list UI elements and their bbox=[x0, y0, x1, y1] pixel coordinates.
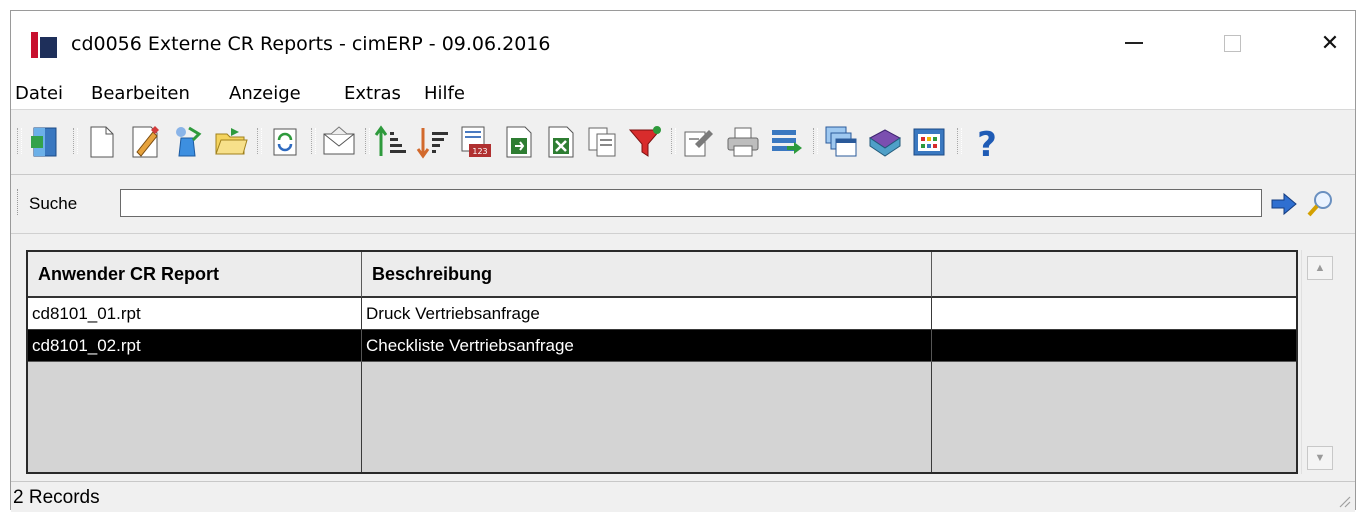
menu-extras[interactable]: Extras bbox=[344, 83, 401, 104]
copy-pages-icon[interactable] bbox=[585, 124, 621, 160]
toolbar: 123 ? bbox=[11, 110, 1355, 175]
close-icon: ✕ bbox=[1320, 30, 1340, 55]
app-logo-icon bbox=[31, 32, 57, 58]
column-header-extra[interactable] bbox=[932, 252, 1296, 298]
calendar-123-icon[interactable]: 123 bbox=[457, 124, 493, 160]
grid-view-icon[interactable] bbox=[911, 124, 947, 160]
cell-report: cd8101_01.rpt bbox=[28, 298, 362, 330]
sort-descending-icon[interactable] bbox=[415, 124, 451, 160]
minimize-icon bbox=[1125, 42, 1143, 44]
column-header-description[interactable]: Beschreibung bbox=[362, 252, 932, 298]
table-row[interactable]: cd8101_01.rpt Druck Vertriebsanfrage bbox=[28, 298, 1296, 330]
menu-datei[interactable]: Datei bbox=[15, 83, 63, 104]
toolbar-separator bbox=[257, 128, 262, 154]
app-window: cd0056 Externe CR Reports - cimERP - 09.… bbox=[10, 10, 1356, 512]
menu-bar: Datei Bearbeiten Anzeige Extras Hilfe bbox=[11, 73, 1355, 110]
svg-text:123: 123 bbox=[472, 147, 487, 156]
find-magnifier-icon[interactable] bbox=[1305, 187, 1337, 219]
record-count: 2 Records bbox=[13, 487, 100, 508]
column-divider bbox=[361, 362, 362, 472]
toolbar-separator bbox=[365, 128, 370, 154]
reports-table: Anwender CR Report Beschreibung cd8101_0… bbox=[26, 250, 1298, 474]
column-header-report[interactable]: Anwender CR Report bbox=[28, 252, 362, 298]
search-bar-grip bbox=[17, 189, 21, 215]
menu-bearbeiten[interactable]: Bearbeiten bbox=[91, 83, 190, 104]
scroll-up-button[interactable]: ▲ bbox=[1307, 256, 1333, 280]
excel-icon[interactable] bbox=[543, 124, 579, 160]
title-bar[interactable]: cd0056 Externe CR Reports - cimERP - 09.… bbox=[11, 11, 1355, 73]
print-icon[interactable] bbox=[725, 124, 761, 160]
window-title: cd0056 Externe CR Reports - cimERP - 09.… bbox=[71, 33, 551, 55]
toolbar-separator bbox=[813, 128, 818, 154]
status-bar: 2 Records bbox=[11, 481, 1355, 512]
sort-ascending-icon[interactable] bbox=[373, 124, 409, 160]
table-row-selected[interactable]: cd8101_02.rpt Checkliste Vertriebsanfrag… bbox=[28, 330, 1296, 362]
toolbar-separator bbox=[671, 128, 676, 154]
properties-icon[interactable] bbox=[681, 124, 717, 160]
toolbar-grip bbox=[17, 128, 22, 154]
cell-description: Druck Vertriebsanfrage bbox=[362, 298, 932, 330]
maximize-icon bbox=[1223, 34, 1241, 52]
toolbar-separator bbox=[957, 128, 962, 154]
mail-envelope-icon[interactable] bbox=[321, 124, 357, 160]
exit-door-icon[interactable] bbox=[27, 124, 63, 160]
minimize-button[interactable] bbox=[1111, 25, 1157, 61]
resize-grip-icon[interactable] bbox=[1337, 494, 1351, 508]
close-button[interactable]: ✕ bbox=[1307, 25, 1353, 61]
cell-extra bbox=[932, 330, 1296, 362]
chevron-up-icon: ▲ bbox=[1314, 262, 1326, 274]
toolbar-separator bbox=[73, 128, 78, 154]
list-arrow-icon[interactable] bbox=[769, 124, 805, 160]
cell-report: cd8101_02.rpt bbox=[28, 330, 362, 362]
maximize-button[interactable] bbox=[1209, 25, 1255, 61]
toolbar-separator bbox=[311, 128, 316, 154]
scroll-down-button[interactable]: ▼ bbox=[1307, 446, 1333, 470]
new-document-icon[interactable] bbox=[83, 124, 119, 160]
svg-text:?: ? bbox=[977, 125, 997, 160]
book-icon[interactable] bbox=[867, 124, 903, 160]
refresh-icon[interactable] bbox=[267, 124, 303, 160]
chevron-down-icon: ▼ bbox=[1314, 452, 1326, 464]
search-bar: Suche bbox=[11, 175, 1355, 234]
help-icon[interactable]: ? bbox=[969, 124, 1005, 160]
export-icon[interactable] bbox=[501, 124, 537, 160]
menu-hilfe[interactable]: Hilfe bbox=[424, 83, 465, 104]
copy-record-icon[interactable] bbox=[169, 124, 205, 160]
column-divider bbox=[931, 362, 932, 472]
search-input[interactable] bbox=[120, 189, 1262, 217]
search-go-arrow-icon[interactable] bbox=[1269, 191, 1299, 217]
search-label: Suche bbox=[29, 194, 78, 213]
cell-description: Checkliste Vertriebsanfrage bbox=[362, 330, 932, 362]
cell-extra bbox=[932, 298, 1296, 330]
filter-funnel-icon[interactable] bbox=[627, 124, 663, 160]
vertical-scrollbar[interactable]: ▲ ▼ bbox=[1301, 250, 1338, 474]
edit-pencil-icon[interactable] bbox=[127, 124, 163, 160]
windows-icon[interactable] bbox=[823, 124, 859, 160]
open-folder-icon[interactable] bbox=[213, 124, 249, 160]
menu-anzeige[interactable]: Anzeige bbox=[229, 83, 301, 104]
